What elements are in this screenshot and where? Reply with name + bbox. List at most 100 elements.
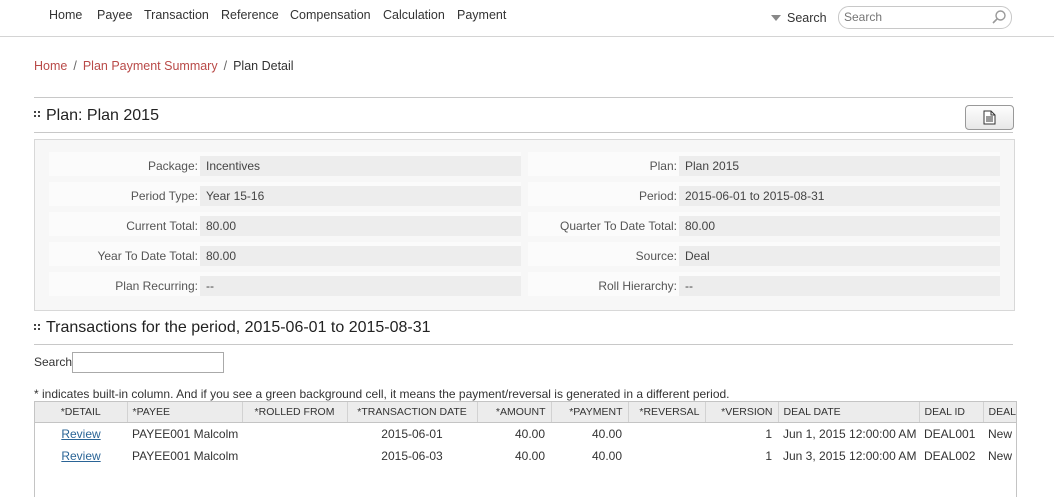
table-row: Review PAYEE001 Malcolm 2015-06-01 40.00… <box>35 423 1016 446</box>
field-value: Plan 2015 <box>679 156 1000 176</box>
review-link[interactable]: Review <box>61 427 100 441</box>
transactions-table: *DETAIL *PAYEE *ROLLED FROM *TRANSACTION… <box>34 401 1017 497</box>
document-icon <box>983 110 996 125</box>
chevron-down-icon <box>771 15 781 21</box>
field-source: Source: Deal <box>528 242 1000 266</box>
cell-rolled-from <box>242 423 347 446</box>
column-header-deal-id[interactable]: DEAL ID <box>919 402 984 423</box>
nav-home[interactable]: Home <box>49 8 82 22</box>
cell-deal-type: New <box>988 427 1013 441</box>
nav-compensation[interactable]: Compensation <box>290 8 371 22</box>
cell-reversal <box>628 445 705 467</box>
field-label: Roll Hierarchy: <box>598 279 677 293</box>
column-header-amount[interactable]: *AMOUNT <box>477 402 552 423</box>
table-row: Review PAYEE001 Malcolm 2015-06-03 40.00… <box>35 445 1016 467</box>
cell-payee: PAYEE001 Malcolm <box>132 427 239 441</box>
breadcrumb-home[interactable]: Home <box>34 59 67 73</box>
nav-transaction[interactable]: Transaction <box>144 8 209 22</box>
field-label: Period: <box>638 189 677 203</box>
nav-reference[interactable]: Reference <box>221 8 279 22</box>
nav-payment[interactable]: Payment <box>457 8 506 22</box>
cell-amount: 40.00 <box>514 427 545 441</box>
column-header-version[interactable]: *VERSION <box>705 402 779 423</box>
field-label: Package: <box>147 159 198 173</box>
cell-transaction-date: 2015-06-03 <box>381 449 443 463</box>
column-header-deal-date[interactable]: DEAL DATE <box>778 402 920 423</box>
column-header-payment[interactable]: *PAYMENT <box>551 402 629 423</box>
field-period-type: Period Type: Year 15-16 <box>49 182 521 206</box>
field-label: Period Type: <box>130 189 198 203</box>
nav-calculation[interactable]: Calculation <box>383 8 445 22</box>
cell-deal-type: New <box>988 449 1013 463</box>
drag-handle-icon[interactable] <box>34 324 40 332</box>
breadcrumb-separator: / <box>223 59 228 73</box>
table-search-label: Search: <box>34 355 76 369</box>
plan-title: Plan: Plan 2015 <box>46 107 159 124</box>
cell-payment: 40.00 <box>591 427 622 441</box>
field-package: Package: Incentives <box>49 152 521 176</box>
cell-payee: PAYEE001 Malcolm <box>132 449 239 463</box>
field-current-total: Current Total: 80.00 <box>49 212 521 236</box>
search-toggle[interactable]: Search <box>771 11 827 25</box>
print-button[interactable] <box>965 105 1014 130</box>
cell-version: 1 <box>765 449 772 463</box>
cell-deal-date: Jun 3, 2015 12:00:00 AM <box>783 449 917 463</box>
cell-detail: Review <box>35 445 127 467</box>
transactions-title: Transactions for the period, 2015-06-01 … <box>46 319 431 336</box>
field-value: 80.00 <box>200 246 521 266</box>
field-value: 80.00 <box>200 216 521 236</box>
divider <box>34 132 1013 133</box>
breadcrumb-plan-payment-summary[interactable]: Plan Payment Summary <box>83 59 218 73</box>
column-header-payee[interactable]: *PAYEE <box>127 402 243 423</box>
cell-amount: 40.00 <box>514 449 545 463</box>
plan-details-panel: Package: Incentives Period Type: Year 15… <box>34 139 1015 311</box>
search-toggle-label: Search <box>787 11 827 25</box>
breadcrumb-current: Plan Detail <box>233 59 294 73</box>
field-value: Year 15-16 <box>200 186 521 206</box>
field-label: Year To Date Total: <box>97 249 198 263</box>
table-header-row: *DETAIL *PAYEE *ROLLED FROM *TRANSACTION… <box>35 402 1016 423</box>
field-value: -- <box>200 276 521 296</box>
field-value: Incentives <box>200 156 521 176</box>
table-note: * indicates built-in column. And if you … <box>34 387 730 401</box>
field-value: 80.00 <box>679 216 1000 236</box>
field-value: 2015-06-01 to 2015-08-31 <box>679 186 1000 206</box>
column-header-transaction-date[interactable]: *TRANSACTION DATE <box>347 402 478 423</box>
cell-version: 1 <box>765 427 772 441</box>
cell-payment: 40.00 <box>591 449 622 463</box>
field-label: Plan: <box>649 159 677 173</box>
field-plan: Plan: Plan 2015 <box>528 152 1000 176</box>
drag-handle-icon[interactable] <box>34 111 40 119</box>
cell-reversal <box>628 423 705 446</box>
divider <box>34 97 1013 98</box>
cell-deal-id: DEAL002 <box>924 449 976 463</box>
field-period: Period: 2015-06-01 to 2015-08-31 <box>528 182 1000 206</box>
field-roll-hierarchy: Roll Hierarchy: -- <box>528 272 1000 296</box>
table-search-input[interactable] <box>72 352 224 373</box>
cell-transaction-date: 2015-06-01 <box>381 427 443 441</box>
cell-deal-date: Jun 1, 2015 12:00:00 AM <box>783 427 917 441</box>
search-icon[interactable] <box>991 9 1007 25</box>
field-label: Source: <box>635 249 677 263</box>
column-header-rolled-from[interactable]: *ROLLED FROM <box>242 402 348 423</box>
field-label: Current Total: <box>126 219 198 233</box>
global-search <box>838 6 1012 29</box>
field-label: Plan Recurring: <box>115 279 198 293</box>
field-quarter-to-date-total: Quarter To Date Total: 80.00 <box>528 212 1000 236</box>
column-header-reversal[interactable]: *REVERSAL <box>628 402 706 423</box>
divider <box>34 344 1013 345</box>
field-year-to-date-total: Year To Date Total: 80.00 <box>49 242 521 266</box>
search-input[interactable] <box>844 10 984 24</box>
cell-detail: Review <box>35 423 127 446</box>
field-value: Deal <box>679 246 1000 266</box>
column-header-detail[interactable]: *DETAIL <box>35 402 128 423</box>
field-value: -- <box>679 276 1000 296</box>
top-navigation: Home Payee Transaction Reference Compens… <box>0 0 1054 37</box>
column-header-deal-type[interactable]: DEAL TYPE <box>983 402 1016 423</box>
cell-deal-id: DEAL001 <box>924 427 976 441</box>
nav-payee[interactable]: Payee <box>97 8 132 22</box>
breadcrumb: Home / Plan Payment Summary / Plan Detail <box>34 59 294 73</box>
review-link[interactable]: Review <box>61 449 100 463</box>
breadcrumb-separator: / <box>73 59 77 73</box>
field-plan-recurring: Plan Recurring: -- <box>49 272 521 296</box>
